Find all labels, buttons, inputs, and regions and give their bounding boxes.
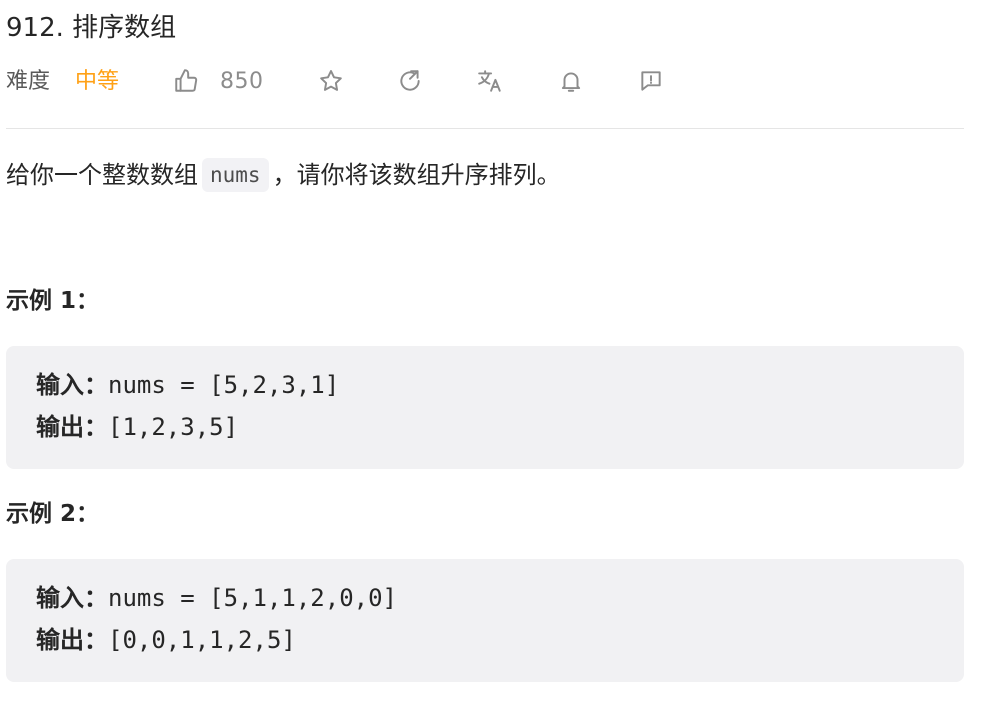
- example-2-block: 输入：nums = [5,1,1,2,0,0] 输出：[0,0,1,1,2,5]: [6, 559, 964, 682]
- difficulty-badge: 中等: [75, 69, 120, 94]
- example-2-input-line: 输入：nums = [5,1,1,2,0,0]: [36, 583, 397, 613]
- output-value: [1,2,3,5]: [108, 413, 239, 441]
- problem-statement: 给你一个整数数组 nums ，请你将该数组升序排列。: [6, 156, 561, 194]
- input-value: nums = [5,2,3,1]: [108, 371, 340, 399]
- like-count: 850: [220, 69, 264, 94]
- notify-button[interactable]: [554, 64, 588, 98]
- share-icon: [400, 70, 420, 91]
- statement-text-after: ，请你将该数组升序排列。: [272, 161, 561, 189]
- feedback-icon: [641, 71, 661, 91]
- output-value: [0,0,1,1,2,5]: [108, 626, 296, 654]
- share-button[interactable]: [393, 64, 427, 98]
- like-button[interactable]: [169, 64, 203, 98]
- output-label: 输出：: [36, 626, 108, 654]
- favorite-button[interactable]: [314, 64, 348, 98]
- translate-icon: [478, 70, 501, 92]
- problem-title: 912. 排序数组: [6, 13, 177, 43]
- thumbs-up-icon: [175, 69, 198, 92]
- example-1-output-line: 输出：[1,2,3,5]: [36, 412, 238, 442]
- input-label: 输入：: [36, 584, 108, 612]
- inline-code-nums: nums: [202, 158, 269, 192]
- example-2-output-line: 输出：[0,0,1,1,2,5]: [36, 625, 296, 655]
- feedback-button[interactable]: [634, 64, 668, 98]
- output-label: 输出：: [36, 413, 108, 441]
- input-label: 输入：: [36, 371, 108, 399]
- example-1-block: 输入：nums = [5,2,3,1] 输出：[1,2,3,5]: [6, 346, 964, 469]
- difficulty-label: 难度: [6, 69, 51, 94]
- example-1-input-line: 输入：nums = [5,2,3,1]: [36, 370, 339, 400]
- problem-meta-toolbar: 难度 中等 850: [6, 64, 706, 100]
- translate-button[interactable]: [473, 64, 507, 98]
- example-2-title: 示例 2：: [6, 501, 100, 527]
- header-divider: [6, 128, 964, 129]
- example-1-title: 示例 1：: [6, 288, 100, 314]
- bell-icon: [561, 72, 581, 92]
- statement-text-before: 给你一个整数数组: [6, 161, 198, 189]
- star-icon: [320, 70, 342, 91]
- input-value: nums = [5,1,1,2,0,0]: [108, 584, 397, 612]
